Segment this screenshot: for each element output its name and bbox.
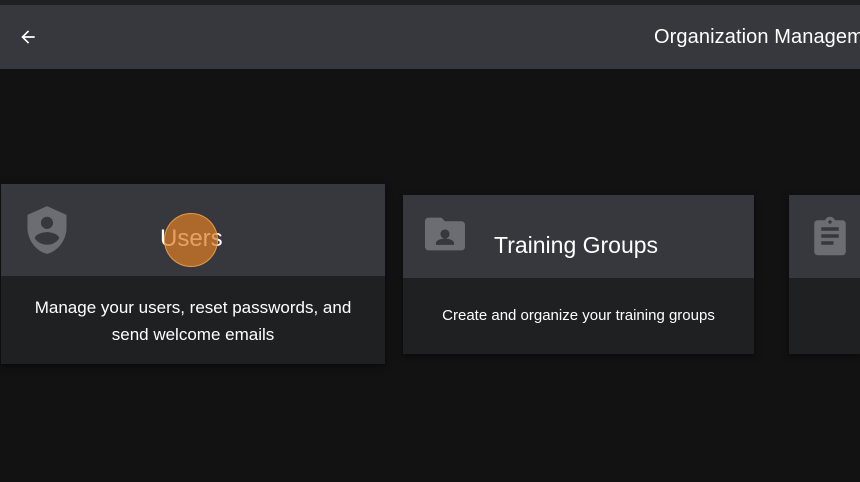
back-button[interactable] xyxy=(10,19,46,55)
training-groups-card[interactable]: Training Groups Create and organize your… xyxy=(403,195,754,354)
shield-person-icon xyxy=(27,206,67,254)
clipboard-icon xyxy=(814,216,846,256)
third-card-header xyxy=(789,195,860,278)
third-card[interactable] xyxy=(789,195,860,354)
users-card[interactable]: Users Manage your users, reset passwords… xyxy=(1,184,385,364)
folder-person-icon xyxy=(425,217,465,251)
users-card-header: Users xyxy=(1,184,385,276)
training-groups-card-header: Training Groups xyxy=(403,195,754,278)
users-card-title: Users xyxy=(160,225,223,252)
users-card-description: Manage your users, reset passwords, and … xyxy=(34,298,352,344)
training-groups-card-description: Create and organize your training groups xyxy=(442,307,715,324)
arrow-left-icon xyxy=(21,30,35,44)
page-title: Organization Management xyxy=(654,26,860,48)
app-bar: Organization Management xyxy=(0,5,860,69)
training-groups-card-title: Training Groups xyxy=(494,232,659,258)
